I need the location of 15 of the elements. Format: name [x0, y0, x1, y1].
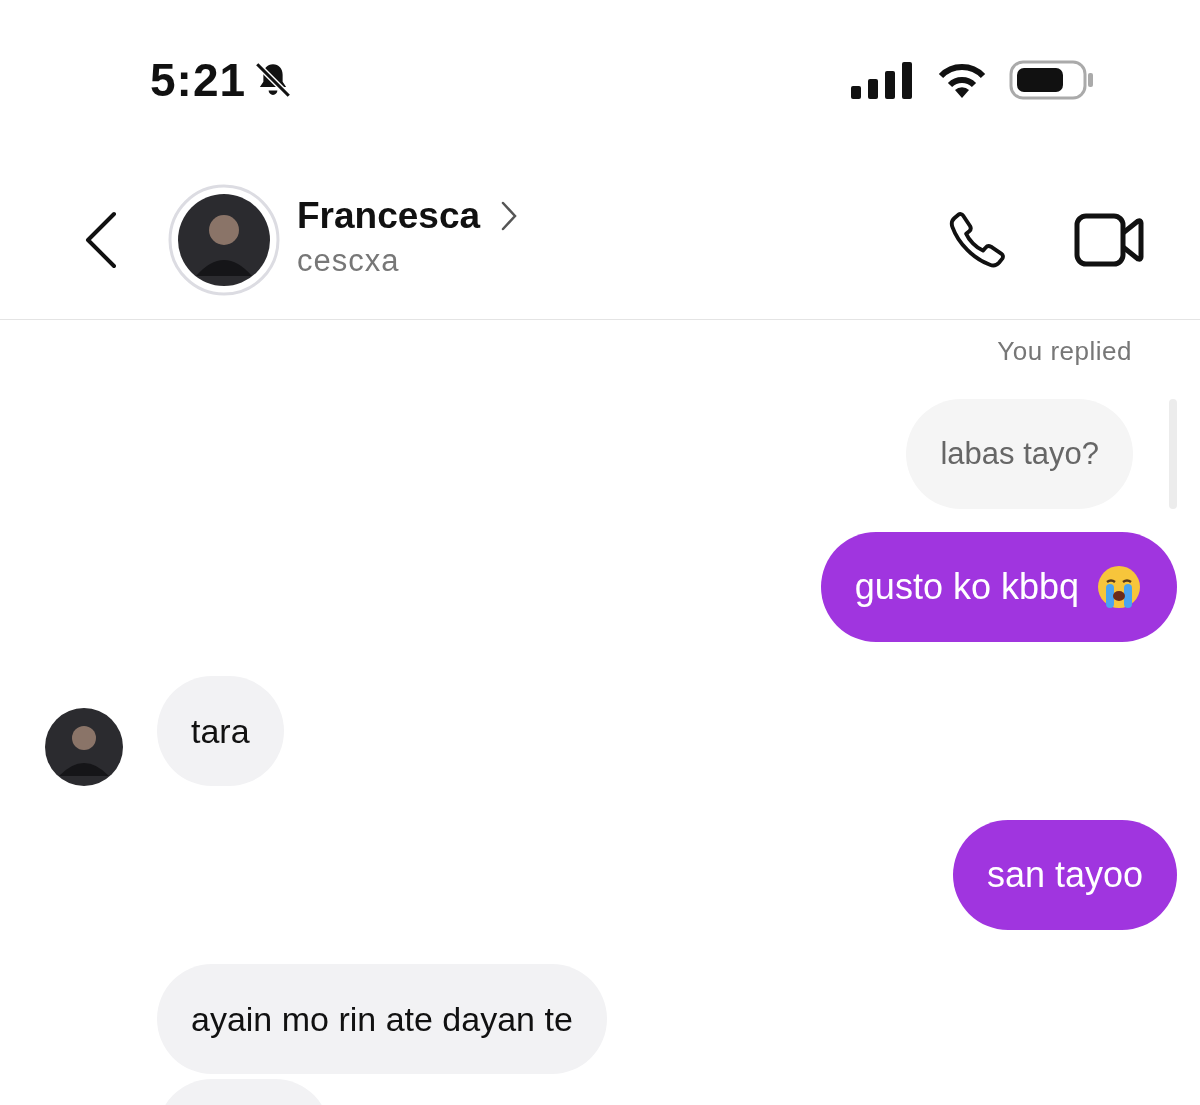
sent-message[interactable]: san tayoo: [952, 820, 1177, 930]
reply-label: You replied: [997, 336, 1132, 368]
chevron-icon[interactable]: [500, 199, 519, 232]
avatar-icon[interactable]: [168, 183, 280, 296]
status-time: 5:21: [150, 53, 247, 107]
avatar-icon[interactable]: [45, 708, 123, 786]
battery-icon: [1009, 60, 1095, 100]
replied-message[interactable]: labas tayo?: [906, 399, 1133, 509]
sent-message[interactable]: gusto ko kbbq: [820, 532, 1177, 642]
contact-name[interactable]: Francesca: [297, 194, 481, 237]
received-message[interactable]: tara: [157, 676, 284, 786]
back-icon[interactable]: [84, 210, 118, 269]
received-message[interactable]: ayain mo rin ate dayan te: [157, 964, 607, 1074]
signal-icon: [851, 60, 913, 100]
contact-username: cescxa: [297, 242, 401, 279]
